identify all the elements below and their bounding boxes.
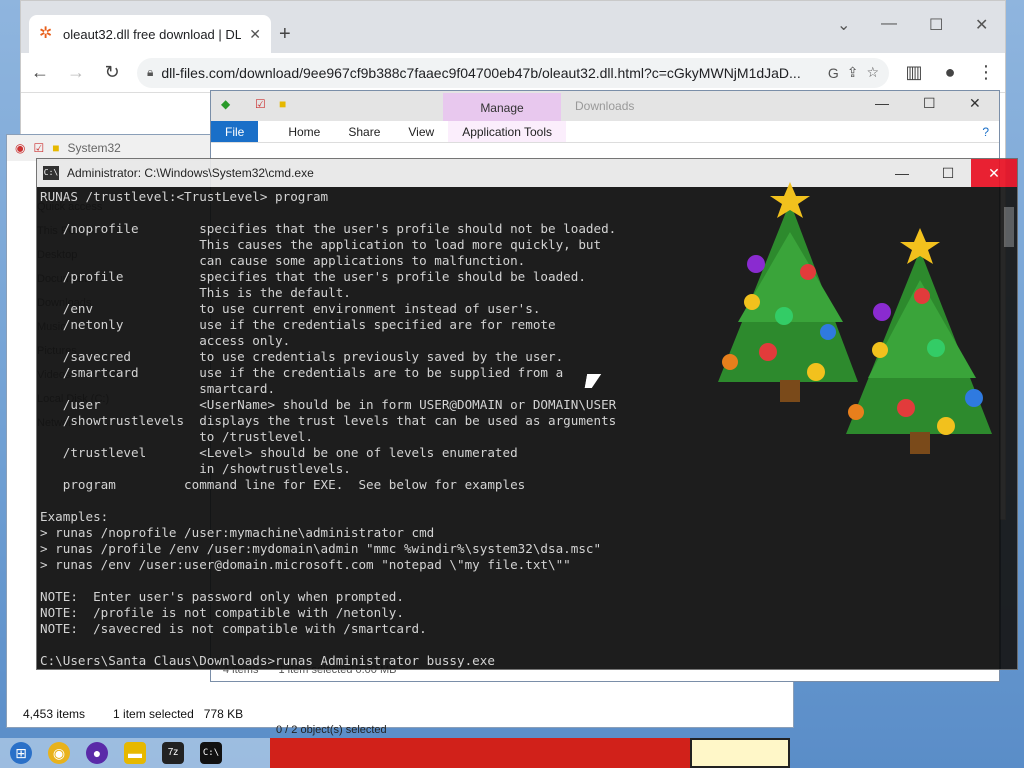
address-bar[interactable]: 🔒︎ dll-files.com/download/9ee967cf9b388c… bbox=[137, 57, 889, 88]
chevron-down-icon[interactable]: ⌄ bbox=[837, 15, 850, 35]
start-button-icon[interactable]: ⊞ bbox=[10, 742, 32, 764]
tab-application-tools[interactable]: Application Tools bbox=[448, 121, 567, 142]
christmas-tree-image bbox=[846, 228, 992, 454]
console-line: NOTE: /savecred is not compatible with /… bbox=[40, 621, 427, 636]
console-line: > runas /noprofile /user:mymachine\admin… bbox=[40, 525, 435, 540]
console-line: NOTE: /profile is not compatible with /n… bbox=[40, 605, 404, 620]
maximize-button[interactable]: ☐ bbox=[925, 159, 971, 187]
desktop-decoration bbox=[270, 738, 690, 768]
cmd-taskbar-icon[interactable]: C:\ bbox=[200, 742, 222, 764]
taskbar: ⊞ ◉ ● ▬ 7z C:\ bbox=[0, 738, 270, 768]
new-tab-button[interactable]: + bbox=[279, 23, 291, 46]
cmd-app-icon: C:\ bbox=[43, 166, 59, 180]
file-explorer-taskbar-icon[interactable]: ▬ bbox=[124, 742, 146, 764]
tab-share[interactable]: Share bbox=[334, 121, 394, 142]
minimize-button[interactable]: — bbox=[875, 95, 889, 111]
tab-view[interactable]: View bbox=[394, 121, 448, 142]
status-selected: 1 item selected bbox=[113, 707, 194, 721]
app-taskbar-icon[interactable]: ● bbox=[86, 742, 108, 764]
maximize-button[interactable]: ☐ bbox=[923, 95, 936, 112]
browser-tab[interactable]: ✲ oleaut32.dll free download | DLL-files… bbox=[29, 15, 271, 53]
checkbox-icon[interactable]: ☑ bbox=[33, 141, 44, 155]
minimize-button[interactable]: — bbox=[879, 159, 925, 187]
console-line: NOTE: Enter user's password only when pr… bbox=[40, 589, 404, 604]
mouse-cursor-icon bbox=[584, 374, 602, 388]
explorer-app-icon: ◉ bbox=[15, 141, 26, 155]
folder-icon[interactable]: ■ bbox=[279, 97, 286, 111]
share-icon[interactable]: ⇪ bbox=[847, 64, 859, 81]
cmd-titlebar: C:\ Administrator: C:\Windows\System32\c… bbox=[37, 159, 1017, 187]
tab-close-icon[interactable]: ✕ bbox=[249, 26, 261, 43]
console-line: > runas /profile /env /user:mydomain\adm… bbox=[40, 541, 602, 556]
object-selection-status: 0 / 2 object(s) selected bbox=[276, 724, 387, 736]
7zip-taskbar-icon[interactable]: 7z bbox=[162, 742, 184, 764]
close-button[interactable]: ✕ bbox=[969, 95, 981, 112]
vertical-scrollbar[interactable] bbox=[1001, 187, 1017, 669]
minimize-button[interactable]: — bbox=[881, 15, 897, 33]
lock-icon[interactable]: 🔒︎ bbox=[147, 65, 153, 80]
console-line: > runas /env /user:user@domain.microsoft… bbox=[40, 557, 571, 572]
tab-manage[interactable]: Manage bbox=[443, 93, 561, 121]
bookmark-star-icon[interactable]: ☆ bbox=[866, 64, 879, 81]
maximize-button[interactable]: ☐ bbox=[929, 15, 943, 35]
google-icon[interactable]: G bbox=[828, 65, 839, 81]
window-title: System32 bbox=[67, 141, 121, 155]
close-button[interactable]: ✕ bbox=[971, 159, 1017, 187]
status-bar: 4,453 items 1 item selected 778 KB bbox=[7, 701, 793, 727]
console-line: Examples: bbox=[40, 509, 109, 524]
window-title: Downloads bbox=[575, 99, 635, 113]
url-text[interactable]: dll-files.com/download/9ee967cf9b388c7fa… bbox=[161, 65, 819, 81]
tab-strip: ✲ oleaut32.dll free download | DLL-files… bbox=[21, 1, 1005, 53]
desktop-note-image bbox=[690, 738, 790, 768]
dll-files-favicon-icon: ✲ bbox=[39, 25, 53, 42]
browser-toolbar: ← → ↻ 🔒︎ dll-files.com/download/9ee967cf… bbox=[21, 53, 1005, 93]
tab-title: oleaut32.dll free download | DLL-files bbox=[63, 26, 242, 42]
help-icon[interactable]: ? bbox=[972, 121, 999, 142]
window-title: Administrator: C:\Windows\System32\cmd.e… bbox=[67, 166, 314, 180]
tab-file[interactable]: File bbox=[211, 121, 259, 142]
back-arrow-icon[interactable]: ← bbox=[29, 62, 51, 83]
scrollbar-thumb[interactable] bbox=[1004, 207, 1014, 247]
folder-icon[interactable]: ■ bbox=[52, 141, 59, 155]
tab-home[interactable]: Home bbox=[258, 121, 334, 142]
close-button[interactable]: ✕ bbox=[975, 15, 988, 35]
menu-dots-icon[interactable]: ⋮ bbox=[975, 62, 997, 83]
reload-icon[interactable]: ↻ bbox=[101, 62, 123, 83]
console-line: program command line for EXE. See below … bbox=[40, 477, 526, 492]
ribbon-tabs: File Home Share View Application Tools ? bbox=[211, 121, 999, 143]
explorer-titlebar: ◆ ☑ ■ Manage Downloads — ☐ ✕ bbox=[211, 91, 999, 121]
status-item-count: 4,453 items bbox=[23, 707, 86, 721]
console-line: C:\Users\Santa Claus\Downloads>runas Adm… bbox=[40, 653, 495, 668]
checkbox-icon[interactable]: ☑ bbox=[255, 97, 266, 111]
profile-avatar-icon[interactable]: ● bbox=[939, 62, 961, 83]
chrome-taskbar-icon[interactable]: ◉ bbox=[48, 742, 70, 764]
forward-arrow-icon[interactable]: → bbox=[65, 62, 87, 83]
side-panel-icon[interactable]: ▥ bbox=[903, 62, 925, 83]
explorer-app-icon: ◆ bbox=[221, 97, 231, 111]
console-line: in /showtrustlevels. bbox=[40, 461, 351, 476]
status-size: 778 KB bbox=[203, 707, 244, 721]
